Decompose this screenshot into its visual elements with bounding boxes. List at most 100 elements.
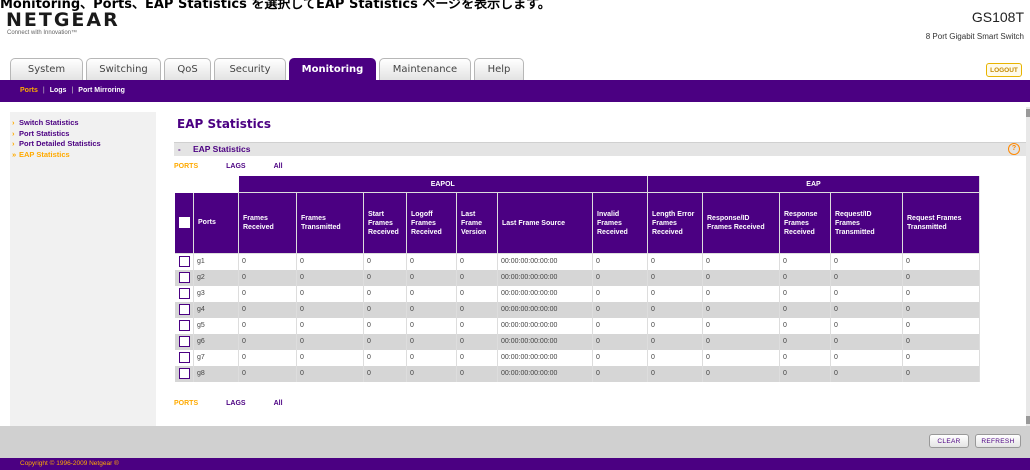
stat-cell: 0 xyxy=(406,286,457,302)
stat-cell: 0 xyxy=(702,270,780,286)
stat-cell: 0 xyxy=(902,286,980,302)
stat-cell: 0 xyxy=(363,302,407,318)
row-checkbox[interactable] xyxy=(178,255,190,267)
select-all-checkbox[interactable] xyxy=(178,217,190,229)
subnav-logs[interactable]: Logs xyxy=(50,87,67,94)
stat-cell: 0 xyxy=(779,253,831,270)
port-cell: g8 xyxy=(193,366,239,382)
row-select-cell xyxy=(175,350,194,366)
filter-all[interactable]: All xyxy=(274,400,283,407)
stat-cell: 0 xyxy=(296,350,364,366)
stat-cell: 00:00:00:00:00:00 xyxy=(497,318,593,334)
stat-cell: 0 xyxy=(902,318,980,334)
leftnav-eap-statistics[interactable]: » EAP Statistics xyxy=(10,150,156,161)
leftnav-switch-statistics[interactable]: › Switch Statistics xyxy=(10,118,156,129)
port-cell: g7 xyxy=(193,350,239,366)
main-tabs: System Switching QoS Security Monitoring… xyxy=(10,58,527,80)
filter-all[interactable]: All xyxy=(274,163,283,170)
filter-ports[interactable]: PORTS xyxy=(174,400,198,407)
port-cell: g3 xyxy=(193,286,239,302)
tab-monitoring[interactable]: Monitoring xyxy=(289,58,376,80)
tab-qos[interactable]: QoS xyxy=(164,58,211,80)
select-all-header xyxy=(175,192,194,254)
logout-button[interactable]: LOGOUT xyxy=(986,63,1022,77)
stat-cell: 0 xyxy=(296,366,364,382)
stat-cell: 0 xyxy=(296,318,364,334)
row-checkbox[interactable] xyxy=(178,351,190,363)
subnav-ports[interactable]: Ports xyxy=(20,87,38,94)
row-checkbox[interactable] xyxy=(178,319,190,331)
col-request-id-frames-transmitted: Request/ID Frames Transmitted xyxy=(830,192,903,254)
leftnav-port-statistics[interactable]: › Port Statistics xyxy=(10,129,156,140)
collapse-icon[interactable]: - xyxy=(178,145,181,154)
col-response-frames-received: Response Frames Received xyxy=(779,192,831,254)
filter-lags[interactable]: LAGS xyxy=(226,163,245,170)
stat-cell: 0 xyxy=(592,366,648,382)
row-checkbox[interactable] xyxy=(178,303,190,315)
document-caption: Monitoring、Ports、EAP Statistics を選択してEAP… xyxy=(0,0,551,12)
copyright-bar: Copyright © 1996-2009 Netgear ® xyxy=(0,458,1030,470)
table-row: g5 0 0 0 0 0 00:00:00:00:00:00 0 0 0 0 0 0 xyxy=(175,318,980,334)
stat-cell: 0 xyxy=(363,253,407,270)
ports-header: Ports xyxy=(193,192,239,254)
stat-cell: 0 xyxy=(902,270,980,286)
stat-cell: 0 xyxy=(702,334,780,350)
stat-cell: 0 xyxy=(779,270,831,286)
stat-cell: 0 xyxy=(647,318,703,334)
vertical-scrollbar[interactable] xyxy=(1026,107,1030,427)
stat-cell: 0 xyxy=(456,286,498,302)
bullet-icon: › xyxy=(12,118,15,127)
stat-cell: 0 xyxy=(902,334,980,350)
tab-maintenance[interactable]: Maintenance xyxy=(379,58,471,80)
filter-ports[interactable]: PORTS xyxy=(174,163,198,170)
stat-cell: 0 xyxy=(406,302,457,318)
stat-cell: 0 xyxy=(456,334,498,350)
subnav-port-mirroring[interactable]: Port Mirroring xyxy=(78,87,125,94)
tab-system[interactable]: System xyxy=(10,58,83,80)
tab-security[interactable]: Security xyxy=(214,58,286,80)
page-title: EAP Statistics xyxy=(177,117,272,131)
stat-cell: 0 xyxy=(592,286,648,302)
stat-cell: 0 xyxy=(238,270,297,286)
stat-cell: 00:00:00:00:00:00 xyxy=(497,350,593,366)
col-response-id-frames-received: Response/ID Frames Received xyxy=(702,192,780,254)
row-checkbox[interactable] xyxy=(178,335,190,347)
stat-cell: 0 xyxy=(406,318,457,334)
stat-cell: 0 xyxy=(456,366,498,382)
row-checkbox[interactable] xyxy=(178,287,190,299)
bullet-icon: › xyxy=(12,128,15,138)
group-eap-header: EAP xyxy=(647,176,980,193)
stat-cell: 0 xyxy=(238,334,297,350)
tab-help[interactable]: Help xyxy=(474,58,524,80)
scroll-down-arrow[interactable] xyxy=(1026,416,1030,424)
stat-cell: 00:00:00:00:00:00 xyxy=(497,253,593,270)
filter-lags[interactable]: LAGS xyxy=(226,400,245,407)
refresh-button[interactable]: REFRESH xyxy=(975,434,1021,448)
tab-switching[interactable]: Switching xyxy=(86,58,161,80)
stat-cell: 0 xyxy=(456,302,498,318)
col-logoff-frames-received: Logoff Frames Received xyxy=(406,192,457,254)
leftnav-label: Port Statistics xyxy=(19,128,70,138)
col-last-frame-source: Last Frame Source xyxy=(497,192,593,254)
scroll-up-arrow[interactable] xyxy=(1026,109,1030,117)
help-icon[interactable]: ? xyxy=(1008,143,1020,155)
row-checkbox[interactable] xyxy=(178,367,190,379)
stat-cell: 0 xyxy=(363,286,407,302)
clear-button[interactable]: CLEAR xyxy=(929,434,969,448)
stat-cell: 0 xyxy=(830,302,903,318)
stat-cell: 0 xyxy=(592,318,648,334)
port-cell: g2 xyxy=(193,270,239,286)
row-select-cell xyxy=(175,318,194,334)
table-body: g1 0 0 0 0 0 00:00:00:00:00:00 0 0 0 0 0 0 g2 0 0 0 0 0 00:… xyxy=(175,253,980,382)
stat-cell: 0 xyxy=(647,302,703,318)
stat-cell: 0 xyxy=(830,334,903,350)
stat-cell: 0 xyxy=(647,366,703,382)
stat-cell: 0 xyxy=(238,302,297,318)
logo-tagline: Connect with Innovation™ xyxy=(7,30,78,36)
stat-cell: 0 xyxy=(296,334,364,350)
stat-cell: 0 xyxy=(647,334,703,350)
stat-cell: 0 xyxy=(296,270,364,286)
leftnav-port-detailed-statistics[interactable]: › Port Detailed Statistics xyxy=(10,139,156,150)
stat-cell: 00:00:00:00:00:00 xyxy=(497,366,593,382)
row-checkbox[interactable] xyxy=(178,271,190,283)
